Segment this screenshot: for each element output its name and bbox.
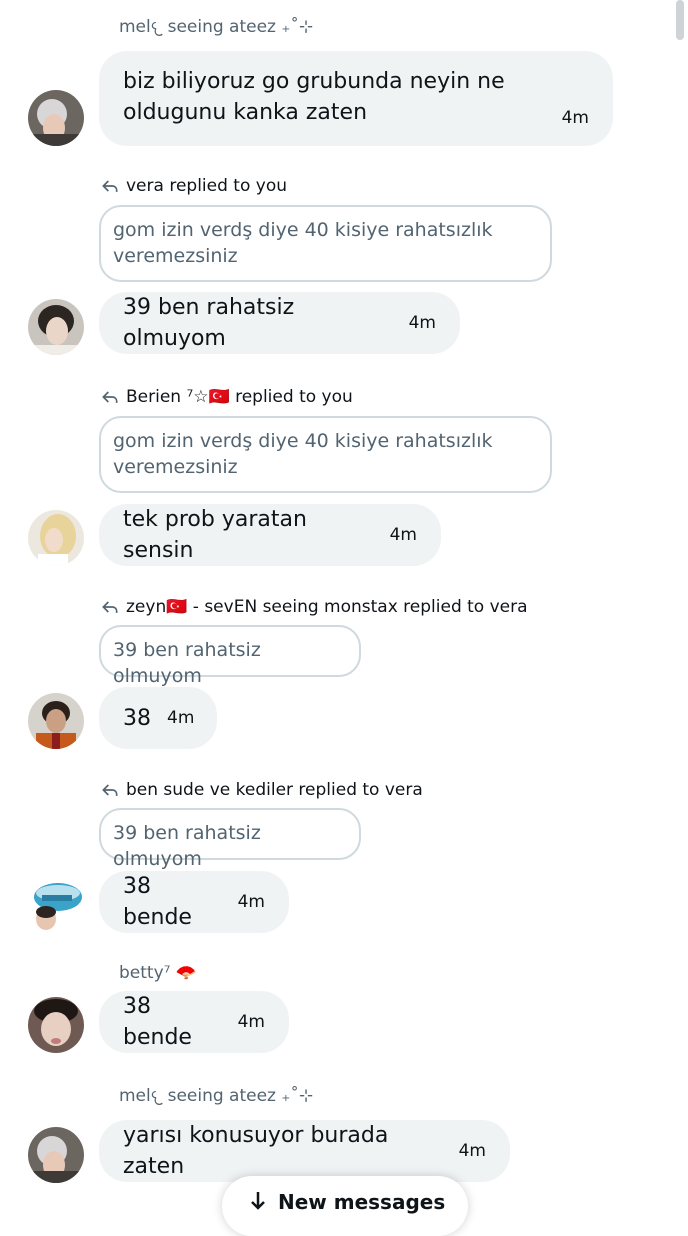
message-time: 4m	[561, 108, 589, 128]
new-messages-button[interactable]: New messages	[222, 1176, 468, 1236]
message-time: 4m	[237, 892, 265, 912]
quoted-text: gom izin verdş diye 40 kisiye rahatsızlı…	[113, 430, 493, 478]
scrollbar[interactable]	[676, 0, 684, 40]
reply-arrow-icon	[102, 391, 118, 403]
message-time: 4m	[389, 525, 417, 545]
message-bubble[interactable]: biz biliyoruz go grubunda neyin ne oldug…	[99, 51, 613, 146]
reply-arrow-icon	[102, 180, 118, 192]
message-text: 39 ben rahatsiz olmuyom	[123, 295, 295, 351]
quoted-message[interactable]: 39 ben rahatsiz olmuyom	[99, 808, 361, 870]
reply-indicator: ben sude ve kediler replied to vera	[100, 780, 423, 800]
avatar[interactable]	[28, 1127, 84, 1183]
reply-indicator: zeyn🇹🇷 - sevEN seeing monstax replied to…	[100, 597, 528, 617]
message-bubble[interactable]: 38 bende 4m	[99, 991, 289, 1053]
avatar[interactable]	[28, 299, 84, 355]
message-text: 38 bende	[123, 874, 192, 930]
quoted-message[interactable]: 39 ben rahatsiz olmuyom	[99, 625, 361, 687]
message-text: 38 bende	[123, 994, 192, 1050]
reply-arrow-icon	[102, 784, 118, 796]
avatar[interactable]	[28, 90, 84, 146]
reply-label: vera replied to you	[126, 176, 288, 196]
quoted-message[interactable]: gom izin verdş diye 40 kisiye rahatsızlı…	[99, 416, 552, 493]
message-time: 4m	[237, 1012, 265, 1032]
message-time: 4m	[167, 708, 195, 728]
reply-indicator: Berien ⁷☆🇹🇷 replied to you	[100, 387, 353, 407]
message-bubble[interactable]: tek prob yaratan sensin 4m	[99, 504, 441, 566]
message-text: yarısı konusuyor burada zaten	[123, 1123, 389, 1179]
message-text: tek prob yaratan sensin	[123, 507, 307, 563]
message-bubble[interactable]: 38 bende 4m	[99, 871, 289, 933]
reply-label: ben sude ve kediler replied to vera	[126, 780, 423, 800]
message-time: 4m	[458, 1141, 486, 1161]
quoted-text: 39 ben rahatsiz olmuyom	[113, 822, 261, 870]
reply-label: Berien ⁷☆🇹🇷 replied to you	[126, 387, 353, 407]
sender-name: betty⁷ 🪭	[119, 963, 198, 983]
message-text: 38	[123, 705, 151, 731]
avatar[interactable]	[28, 997, 84, 1053]
message-time: 4m	[408, 313, 436, 333]
message-bubble[interactable]: 38 4m	[99, 687, 217, 749]
message-bubble[interactable]: 39 ben rahatsiz olmuyom 4m	[99, 292, 460, 354]
reply-label: zeyn🇹🇷 - sevEN seeing monstax replied to…	[126, 597, 528, 617]
sender-name: mel𐔌 seeing ateez ₊˚⊹	[119, 1086, 314, 1106]
message-text: biz biliyoruz go grubunda neyin ne oldug…	[123, 69, 505, 125]
arrow-down-icon	[251, 1192, 265, 1210]
reply-indicator: vera replied to you	[100, 176, 287, 196]
message-bubble[interactable]: yarısı konusuyor burada zaten 4m	[99, 1120, 510, 1182]
new-messages-label: New messages	[278, 1190, 446, 1214]
avatar[interactable]	[28, 510, 84, 566]
quoted-text: gom izin verdş diye 40 kisiye rahatsızlı…	[113, 219, 493, 267]
reply-arrow-icon	[102, 601, 118, 613]
sender-name: mel𐔌 seeing ateez ₊˚⊹	[119, 17, 314, 37]
avatar[interactable]	[28, 877, 84, 933]
avatar[interactable]	[28, 693, 84, 749]
quoted-message[interactable]: gom izin verdş diye 40 kisiye rahatsızlı…	[99, 205, 552, 282]
quoted-text: 39 ben rahatsiz olmuyom	[113, 639, 261, 687]
